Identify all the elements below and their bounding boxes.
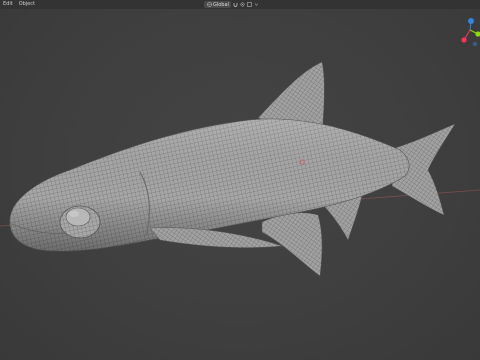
eye (65, 207, 91, 227)
fish-mesh[interactable] (9, 61, 456, 277)
scene-canvas[interactable] (0, 0, 480, 360)
3d-viewport[interactable]: Edit Object Global (0, 0, 480, 360)
